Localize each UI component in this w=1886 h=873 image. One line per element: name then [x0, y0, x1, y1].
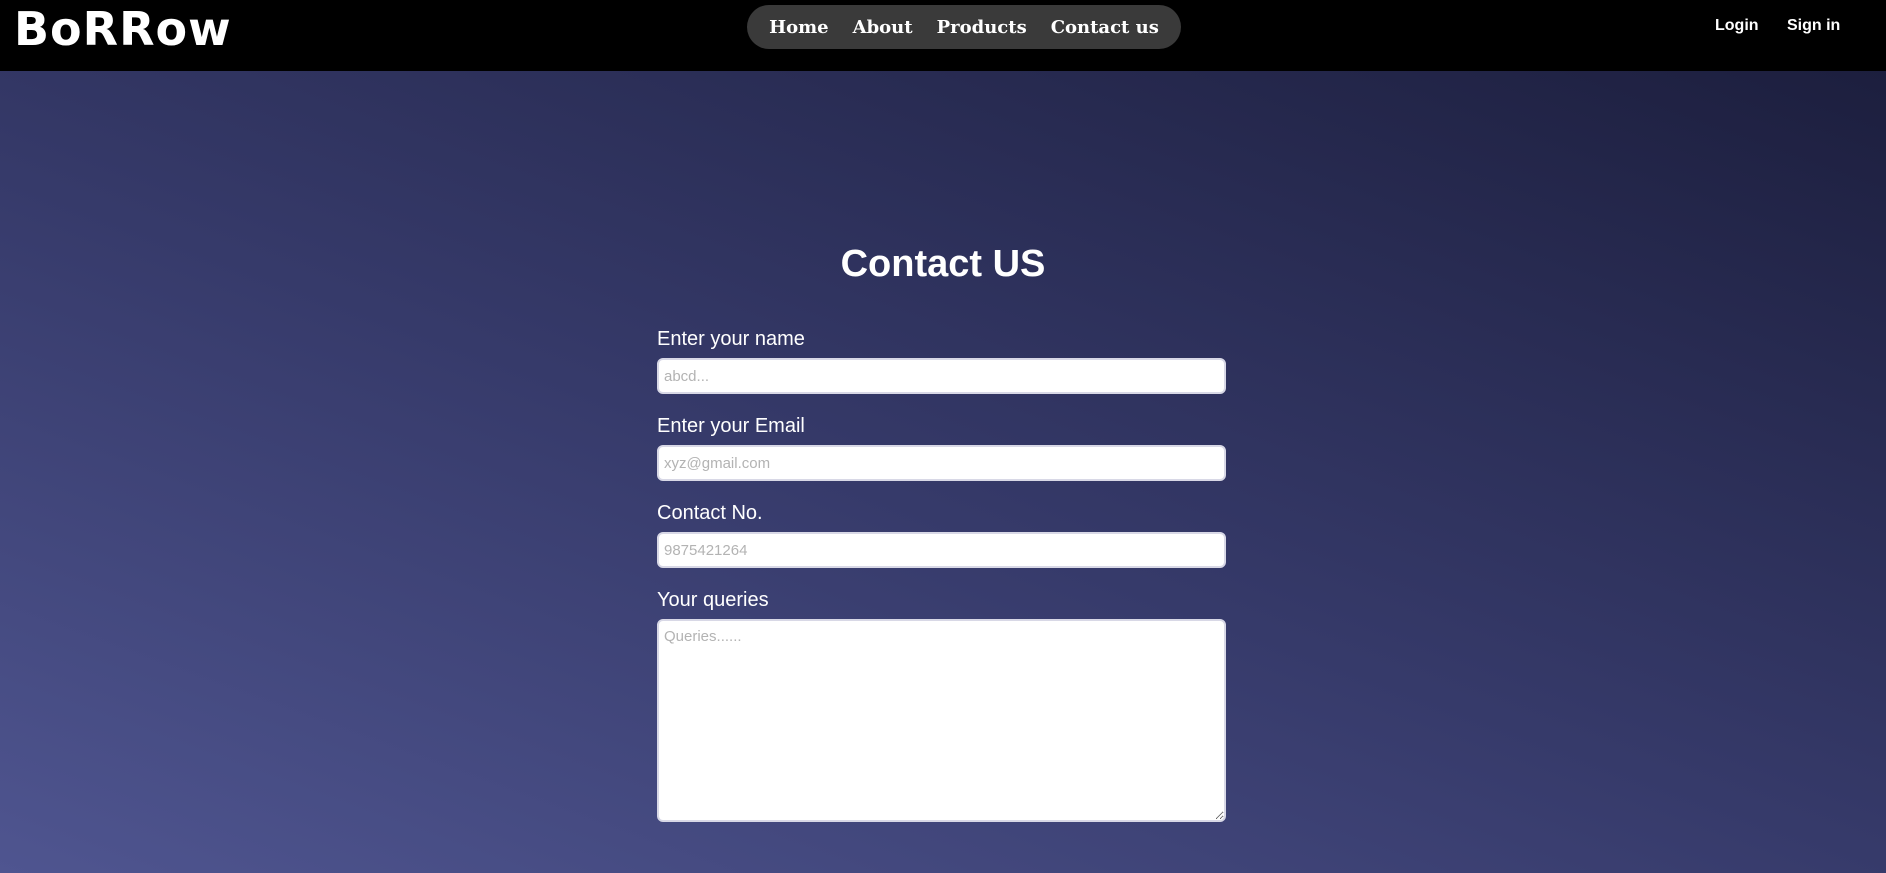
contact-form: Enter your name Enter your Email Contact…: [657, 325, 1226, 822]
signin-link[interactable]: Sign in: [1787, 17, 1840, 35]
login-link[interactable]: Login: [1715, 17, 1759, 35]
main-nav: Home About Products Contact us: [747, 5, 1181, 49]
email-label: Enter your Email: [657, 415, 805, 437]
nav-products-link[interactable]: Products: [937, 17, 1027, 38]
queries-textarea[interactable]: [657, 619, 1226, 822]
brand-logo[interactable]: BoRRow: [14, 2, 232, 56]
name-label: Enter your name: [657, 328, 805, 350]
nav-about-link[interactable]: About: [853, 17, 913, 38]
contact-label: Contact No.: [657, 502, 763, 524]
name-input[interactable]: [657, 358, 1226, 394]
queries-label: Your queries: [657, 589, 769, 611]
page-title: Contact US: [840, 243, 1046, 285]
nav-home-link[interactable]: Home: [769, 17, 829, 38]
top-navbar: BoRRow Home About Products Contact us Lo…: [0, 0, 1886, 71]
email-input[interactable]: [657, 445, 1226, 481]
contact-input[interactable]: [657, 532, 1226, 568]
nav-contact-link[interactable]: Contact us: [1051, 17, 1159, 38]
